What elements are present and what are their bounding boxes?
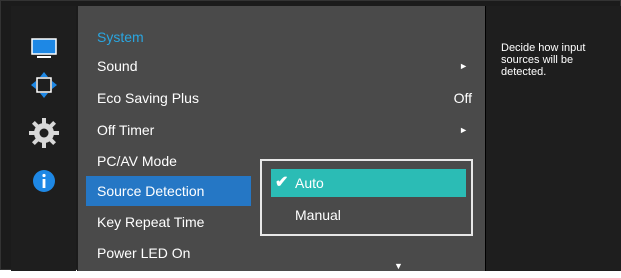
submenu-option-label: Auto: [295, 175, 324, 191]
help-description: Decide how input sources will be detecte…: [501, 42, 586, 78]
scroll-down-arrow-icon[interactable]: ▼: [394, 261, 403, 271]
menu-category-title: System: [97, 29, 144, 45]
position-icon[interactable]: [11, 68, 76, 102]
picture-icon[interactable]: [11, 32, 76, 66]
menu-item-label: PC/AV Mode: [97, 153, 177, 169]
icon-rail: [11, 6, 76, 271]
menu-item-source-detection[interactable]: Source Detection: [86, 176, 251, 206]
menu-item-label: Source Detection: [97, 183, 205, 199]
menu-item-label: Power LED On: [97, 245, 191, 261]
help-panel: Decide how input sources will be detecte…: [485, 6, 621, 271]
submenu-arrow-icon: ►: [459, 61, 468, 71]
menu-item-label: Key Repeat Time: [97, 214, 205, 230]
menu-item-power-led-on[interactable]: Power LED On: [86, 238, 478, 268]
submenu-arrow-icon: ►: [459, 125, 468, 135]
submenu-option-label: Manual: [295, 207, 341, 223]
submenu-option-auto[interactable]: ✔ Auto: [271, 169, 466, 197]
info-icon[interactable]: [11, 164, 76, 198]
settings-gear-icon[interactable]: [11, 116, 76, 150]
source-detection-submenu: ✔ Auto Manual: [260, 159, 473, 236]
menu-item-eco-saving-plus[interactable]: Eco Saving Plus Off: [86, 83, 478, 113]
menu-item-sound[interactable]: Sound ►: [86, 51, 478, 81]
menu-item-label: Sound: [97, 58, 138, 74]
submenu-option-manual[interactable]: Manual: [271, 201, 466, 229]
checkmark-icon: ✔: [275, 174, 289, 191]
menu-item-label: Off Timer: [97, 122, 155, 138]
menu-item-value: Off: [453, 90, 472, 106]
menu-item-label: Eco Saving Plus: [97, 90, 199, 106]
osd-menu-window: System Sound ► Eco Saving Plus Off Off T…: [0, 0, 621, 271]
menu-item-off-timer[interactable]: Off Timer ►: [86, 115, 478, 145]
